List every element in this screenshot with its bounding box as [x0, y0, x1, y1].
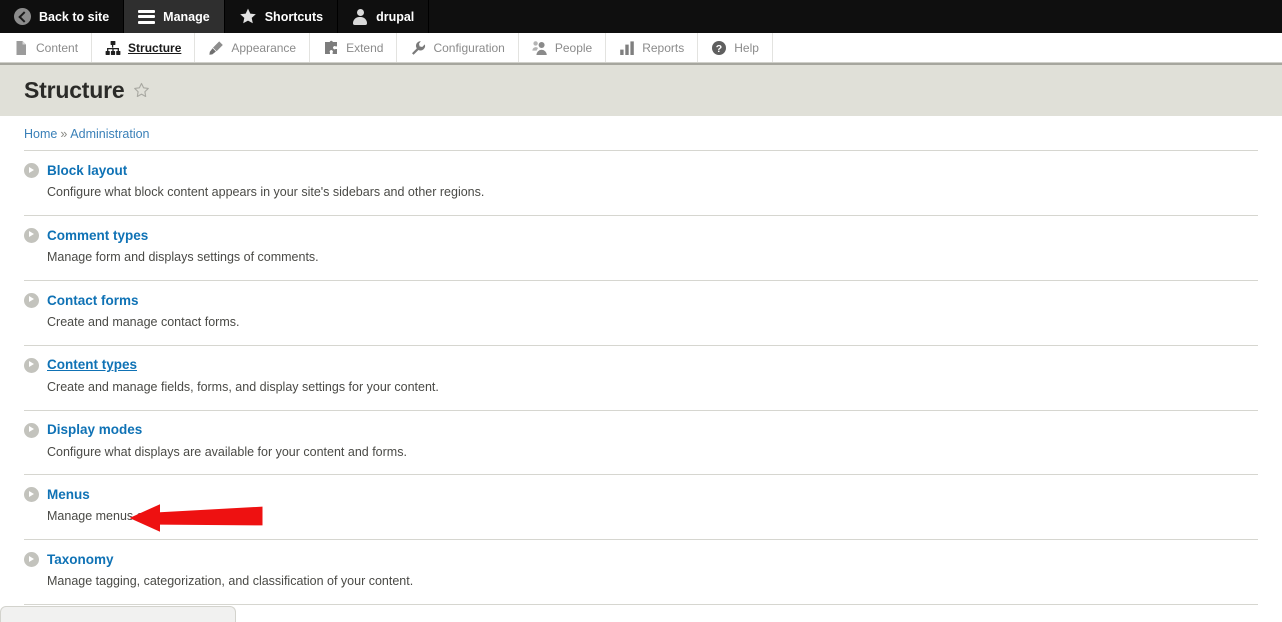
- paintbrush-icon: [209, 40, 224, 55]
- breadcrumb-link-home[interactable]: Home: [24, 127, 57, 141]
- menu-item-people-label: People: [554, 40, 593, 55]
- chevron-right-circle-icon: [24, 227, 39, 243]
- document-icon: [16, 40, 26, 55]
- menu-item-extend[interactable]: Extend: [310, 33, 398, 62]
- menu-item-structure[interactable]: Structure: [92, 33, 196, 62]
- hamburger-menu-icon: [138, 9, 156, 24]
- back-to-site-button[interactable]: Back to site: [0, 0, 125, 33]
- admin-list-item-description: Create and manage fields, forms, and dis…: [47, 379, 439, 394]
- bottom-status-panel[interactable]: [0, 606, 236, 622]
- admin-list-item-title[interactable]: Content types: [24, 357, 137, 373]
- admin-list-item-title[interactable]: Comment types: [24, 227, 148, 243]
- admin-list-item-title[interactable]: Contact forms: [24, 292, 139, 308]
- chevron-right-circle-icon: [24, 422, 39, 438]
- admin-list-item-title[interactable]: Display modes: [24, 422, 142, 438]
- chevron-right-circle-icon: [24, 357, 39, 373]
- shortcuts-label: Shortcuts: [264, 9, 324, 24]
- admin-list-item-contact-forms: Contact forms Create and manage contact …: [24, 279, 1258, 345]
- back-arrow-circle-icon: [14, 8, 31, 25]
- admin-list-item-taxonomy: Taxonomy Manage tagging, categorization,…: [24, 539, 1258, 604]
- admin-list-item-description: Configure what block content appears in …: [47, 185, 485, 199]
- people-icon: [532, 40, 547, 55]
- admin-list-item-menus: Menus Manage menus and menu links.: [24, 474, 1258, 539]
- menu-item-content[interactable]: Content: [0, 33, 93, 62]
- menu-item-extend-label: Extend: [346, 40, 384, 55]
- contact-forms-link[interactable]: Contact forms: [47, 293, 139, 308]
- wrench-icon: [412, 40, 426, 55]
- taxonomy-link[interactable]: Taxonomy: [47, 553, 114, 567]
- admin-list-item-title[interactable]: Taxonomy: [24, 552, 114, 568]
- admin-list-item-description: Create and manage contact forms.: [47, 314, 240, 329]
- admin-list-item-display-modes: Display modes Configure what displays ar…: [24, 409, 1258, 475]
- manage-tab[interactable]: Manage: [124, 0, 225, 33]
- chevron-right-circle-icon: [24, 292, 39, 308]
- star-icon: [239, 8, 257, 25]
- admin-list-item-description: Manage form and displays settings of com…: [47, 249, 319, 264]
- user-account-tab[interactable]: drupal: [338, 0, 430, 33]
- page-title-band: Structure: [0, 63, 1282, 116]
- admin-list-item-description: Manage menus and menu links.: [47, 509, 225, 524]
- menu-item-people[interactable]: People: [519, 33, 607, 62]
- chevron-right-circle-icon: [24, 487, 39, 503]
- content-types-link[interactable]: Content types: [47, 358, 137, 372]
- menu-item-help-label: Help: [734, 40, 759, 55]
- breadcrumb-link-administration[interactable]: Administration: [70, 127, 149, 141]
- back-to-site-label: Back to site: [39, 9, 110, 24]
- menu-item-content-label: Content: [36, 40, 79, 55]
- menu-item-configuration-label: Configuration: [433, 40, 505, 55]
- star-outline-icon[interactable]: [133, 82, 150, 99]
- admin-list-item-block-layout: Block layout Configure what block conten…: [24, 150, 1258, 215]
- admin-list-item-description: Manage tagging, categorization, and clas…: [47, 574, 414, 589]
- display-modes-link[interactable]: Display modes: [47, 423, 142, 437]
- admin-list-item-title[interactable]: Block layout: [24, 163, 127, 178]
- admin-list-item-content-types: Content types Create and manage fields, …: [24, 344, 1258, 410]
- bar-chart-icon: [620, 40, 635, 55]
- admin-menu-bar: Content Structure Appearance Extend Conf…: [0, 33, 1282, 63]
- block-layout-link[interactable]: Block layout: [47, 164, 127, 178]
- breadcrumb-separator: »: [60, 127, 68, 141]
- puzzle-piece-icon: [325, 40, 338, 54]
- user-account-icon: [352, 8, 368, 25]
- comment-types-link[interactable]: Comment types: [47, 229, 148, 243]
- manage-label: Manage: [163, 9, 210, 24]
- page-root: Back to site Manage Shortcuts drupal Con…: [0, 0, 1282, 622]
- menu-item-help[interactable]: ? Help: [698, 33, 773, 62]
- menu-item-reports-label: Reports: [642, 40, 685, 55]
- breadcrumb: Home» Administration: [0, 116, 1282, 150]
- menu-item-configuration[interactable]: Configuration: [397, 33, 519, 62]
- admin-list-item-description: Configure what displays are available fo…: [47, 444, 407, 459]
- menus-link[interactable]: Menus: [47, 488, 90, 502]
- menu-item-appearance[interactable]: Appearance: [195, 33, 311, 62]
- admin-toolbar: Back to site Manage Shortcuts drupal: [0, 0, 1282, 33]
- structure-admin-list: Block layout Configure what block conten…: [0, 150, 1282, 622]
- menu-item-structure-label: Structure: [128, 40, 182, 55]
- shortcuts-tab[interactable]: Shortcuts: [225, 0, 339, 33]
- menu-item-appearance-label: Appearance: [231, 40, 297, 55]
- user-account-label: drupal: [376, 9, 415, 24]
- chevron-right-circle-icon: [24, 552, 39, 568]
- chevron-right-circle-icon: [24, 163, 39, 178]
- question-mark-circle-icon: ?: [712, 40, 727, 55]
- page-title: Structure: [24, 77, 125, 103]
- admin-list-item-title[interactable]: Menus: [24, 487, 90, 503]
- svg-text:?: ?: [716, 43, 722, 55]
- sitemap-icon: [105, 40, 121, 55]
- menu-item-reports[interactable]: Reports: [606, 33, 699, 62]
- admin-list-item-comment-types: Comment types Manage form and displays s…: [24, 214, 1258, 280]
